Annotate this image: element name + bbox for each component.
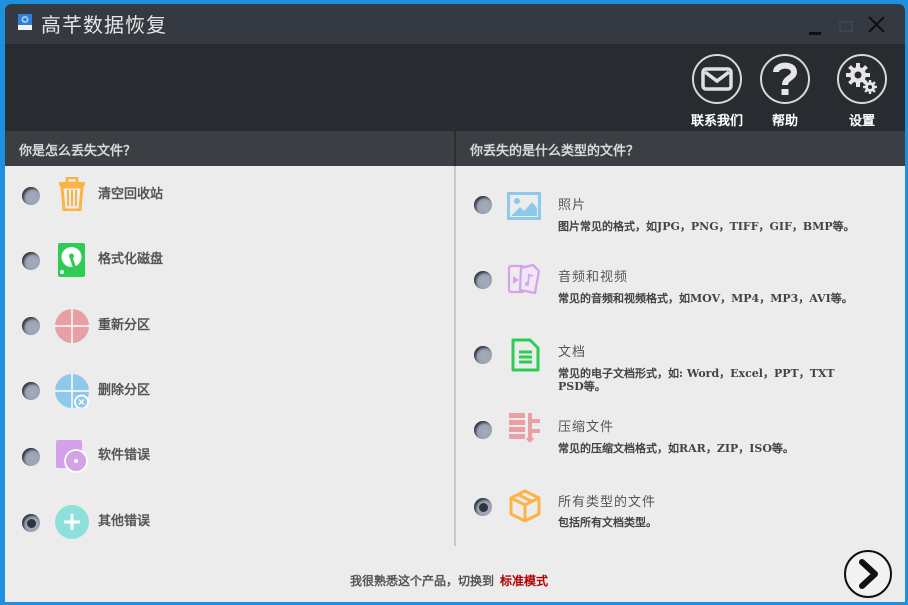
help-label: 帮助 — [771, 114, 798, 129]
type-option-description: 包括所有文档类型。 — [558, 516, 657, 529]
close-icon — [868, 16, 885, 33]
type-option-radio[interactable] — [474, 498, 492, 516]
box-icon — [509, 489, 541, 523]
help-button[interactable]: 帮助 — [758, 54, 812, 129]
mail-icon — [701, 67, 733, 91]
loss-section-header: 你是怎么丢失文件？ — [5, 131, 454, 166]
close-button[interactable] — [865, 14, 889, 38]
chevron-right-icon — [859, 559, 878, 589]
minimize-button[interactable] — [803, 14, 827, 38]
media-icon — [507, 263, 541, 295]
document-icon — [511, 338, 540, 372]
loss-option-label: 其他错误 — [98, 514, 151, 529]
loss-option-label: 删除分区 — [98, 383, 151, 398]
section-divider — [454, 131, 456, 546]
type-option-radio[interactable] — [474, 196, 492, 214]
maximize-button[interactable] — [835, 14, 859, 38]
standard-mode-link[interactable]: 标准模式 — [500, 574, 548, 588]
type-option-radio[interactable] — [474, 346, 492, 364]
question-mark-icon — [773, 62, 798, 95]
loss-option-radio[interactable] — [22, 187, 40, 205]
archive-icon — [509, 413, 540, 443]
type-section-header: 你丢失的是什么类型的文件？ — [456, 131, 905, 166]
type-option-description: 常见的电子文档形式，如: Word，Excel，PPT，TXT PSD等。 — [558, 367, 835, 393]
contact-us-button[interactable]: 联系我们 — [689, 54, 745, 129]
type-option-description: 图片常见的格式，如JPG，PNG，TIFF，GIF，BMP等。 — [558, 220, 855, 233]
loss-option-radio[interactable] — [22, 514, 40, 532]
loss-option-radio[interactable] — [22, 382, 40, 400]
minimize-icon — [809, 32, 821, 35]
type-option-radio[interactable] — [474, 421, 492, 439]
hard-disk-icon — [58, 243, 85, 277]
type-section-heading: 你丢失的是什么类型的文件？ — [470, 144, 640, 159]
loss-option-radio[interactable] — [22, 317, 40, 335]
next-button[interactable] — [844, 550, 892, 598]
header-divider — [454, 131, 456, 166]
toolbar: 联系我们 帮助 设置 — [5, 44, 905, 131]
type-option-title: 所有类型的文件 — [558, 495, 657, 510]
loss-option-label: 格式化磁盘 — [98, 252, 164, 267]
partition-icon — [55, 309, 89, 343]
maximize-icon — [839, 21, 853, 32]
loss-option-label: 清空回收站 — [98, 187, 164, 202]
photo-icon — [507, 192, 541, 220]
plus-icon — [55, 505, 89, 539]
type-option-description: 常见的音频和视频格式，如MOV，MP4，MP3，AVI等。 — [558, 292, 853, 305]
app-logo-icon — [18, 14, 32, 30]
type-option-radio[interactable] — [474, 271, 492, 289]
mode-switch-text: 我很熟悉这个产品，切换到 — [350, 574, 495, 588]
app-title: 高芊数据恢复 — [41, 13, 167, 37]
app-window: 高芊数据恢复 联系我们 帮助 设置 你是怎么丢失文件？ 你丢失的是什么类型的文件… — [5, 4, 905, 602]
gears-icon — [846, 63, 877, 94]
mode-switch-hint: 我很熟悉这个产品，切换到 标准模式 — [350, 572, 548, 589]
loss-option-label: 软件错误 — [98, 448, 151, 463]
title-bar: 高芊数据恢复 — [5, 4, 905, 44]
type-option-title: 音频和视频 — [558, 270, 629, 285]
loss-option-label: 重新分区 — [98, 318, 151, 333]
loss-option-radio[interactable] — [22, 252, 40, 270]
loss-option-radio[interactable] — [22, 448, 40, 466]
type-option-title: 压缩文件 — [558, 420, 615, 435]
type-option-title: 照片 — [558, 198, 587, 213]
type-option-title: 文档 — [558, 345, 587, 360]
delete-partition-icon — [55, 374, 89, 408]
type-option-description: 常见的压缩文档格式，如RAR，ZIP，ISO等。 — [558, 442, 794, 455]
settings-label: 设置 — [848, 114, 875, 129]
software-error-icon — [56, 440, 88, 473]
loss-section-heading: 你是怎么丢失文件？ — [19, 144, 137, 159]
trash-icon — [59, 177, 85, 211]
settings-button[interactable]: 设置 — [834, 54, 890, 129]
contact-us-label: 联系我们 — [690, 114, 743, 129]
